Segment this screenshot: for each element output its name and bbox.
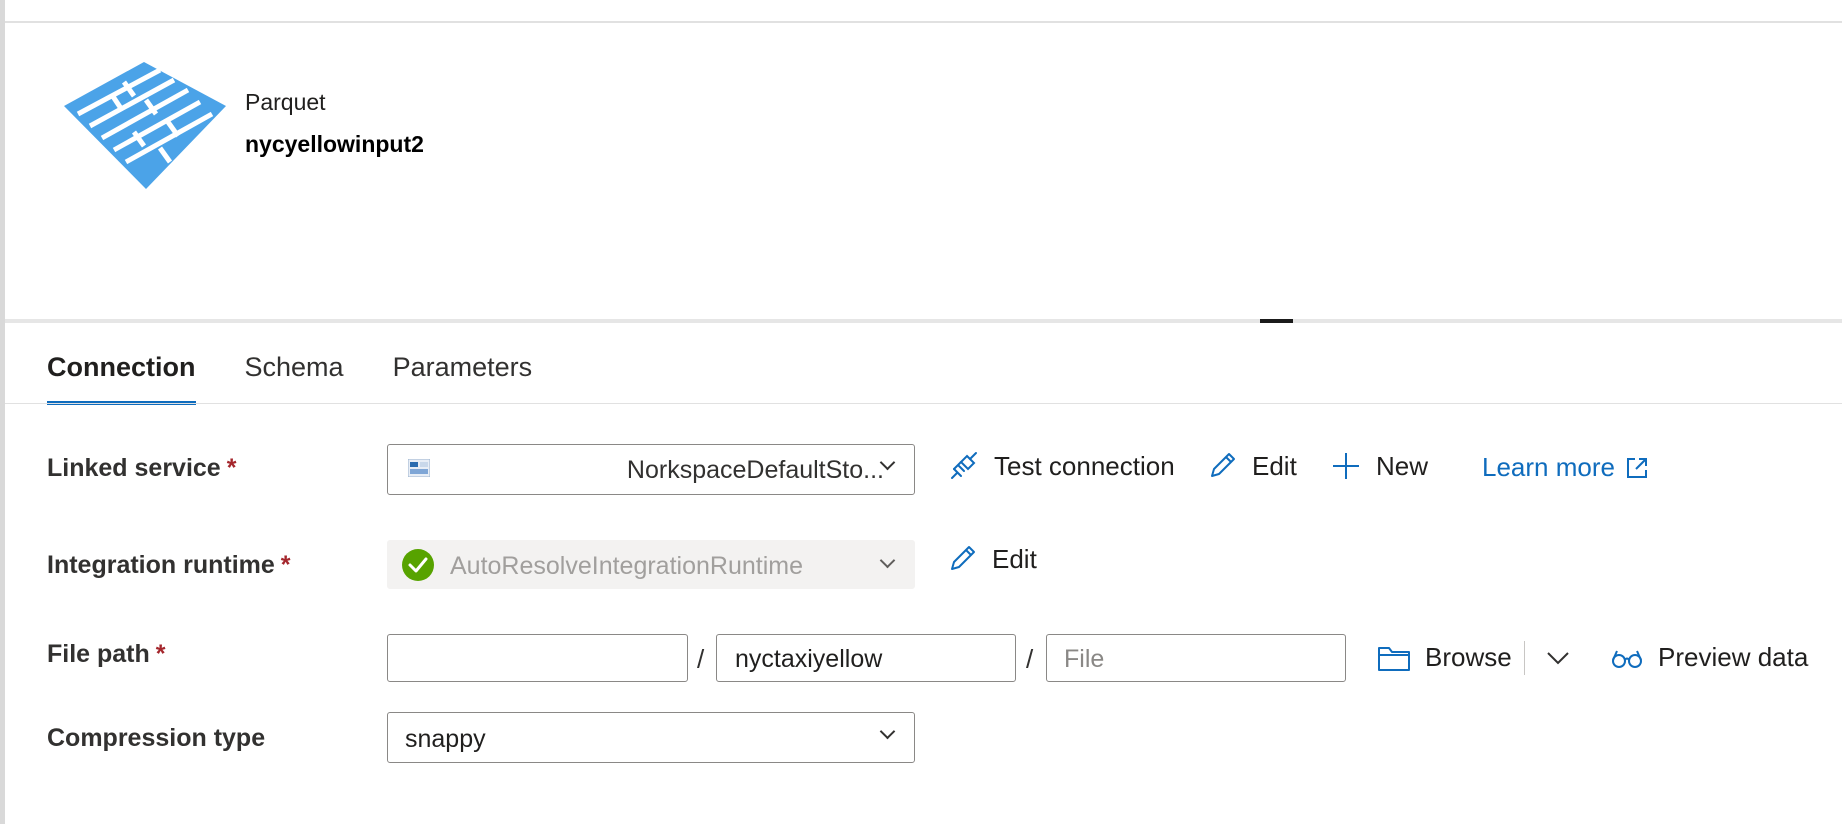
- tabs-divider: [5, 403, 1842, 404]
- chevron-down-icon: [879, 552, 896, 569]
- dataset-type: Parquet: [245, 89, 326, 115]
- browse-label: Browse: [1425, 642, 1512, 672]
- pencil-icon: [1211, 453, 1235, 477]
- file-path-label-text: File path: [47, 640, 150, 668]
- test-connection-label: Test connection: [994, 450, 1175, 481]
- learn-more-link[interactable]: Learn more: [1482, 452, 1663, 483]
- edit-linked-service-button[interactable]: Edit: [1206, 450, 1297, 482]
- left-border: [0, 0, 5, 824]
- integration-runtime-label: Integration runtime *: [47, 551, 291, 580]
- plug-icon: [951, 452, 977, 479]
- storage-icon: [408, 459, 430, 477]
- dataset-name: nycyellowinput2: [245, 131, 424, 157]
- compression-type-label: Compression type: [47, 724, 265, 753]
- edit-label: Edit: [1252, 450, 1297, 481]
- splitter-handle[interactable]: [1260, 319, 1293, 323]
- tab-parameters[interactable]: Parameters: [393, 352, 533, 404]
- panel-splitter[interactable]: [5, 319, 1842, 323]
- check-circle-icon: [402, 549, 434, 581]
- dataset-editor: Parquet nycyellowinput2 Connection Schem…: [0, 0, 1842, 824]
- test-connection-button[interactable]: Test connection: [948, 450, 1175, 482]
- required-marker: *: [280, 551, 291, 579]
- browse-dropdown-button[interactable]: [1544, 646, 1572, 670]
- pencil-icon: [951, 546, 975, 570]
- browse-button[interactable]: Browse: [1377, 642, 1512, 673]
- tab-bar: Connection Schema Parameters: [47, 352, 581, 405]
- path-separator: /: [697, 644, 705, 674]
- file-path-label: File path *: [47, 640, 166, 669]
- linked-service-select[interactable]: NorkspaceDefaultSto...: [387, 444, 915, 495]
- tab-schema[interactable]: Schema: [245, 352, 344, 404]
- glasses-icon: [1612, 650, 1642, 668]
- plus-icon: [1333, 453, 1359, 479]
- compression-type-label-text: Compression type: [47, 724, 266, 752]
- file-path-file-input[interactable]: File: [1046, 634, 1346, 682]
- top-divider: [5, 21, 1842, 23]
- chevron-down-icon: [1547, 652, 1569, 665]
- file-placeholder: File: [1064, 645, 1105, 673]
- external-link-icon: [1626, 457, 1647, 478]
- linked-service-label-text: Linked service: [47, 454, 221, 482]
- parquet-logo: [64, 62, 226, 189]
- folder-icon: [1378, 646, 1410, 671]
- compression-type-value: snappy: [405, 725, 486, 753]
- required-marker: *: [155, 640, 166, 668]
- required-marker: *: [226, 454, 237, 482]
- integration-runtime-label-text: Integration runtime: [47, 551, 275, 579]
- tab-connection[interactable]: Connection: [47, 352, 196, 405]
- linked-service-label: Linked service *: [47, 454, 236, 483]
- edit-integration-runtime-button[interactable]: Edit: [946, 543, 1037, 575]
- integration-runtime-value: AutoResolveIntegrationRuntime: [450, 552, 803, 580]
- preview-data-label: Preview data: [1658, 642, 1809, 672]
- path-separator: /: [1026, 644, 1034, 674]
- integration-runtime-select[interactable]: AutoResolveIntegrationRuntime: [387, 540, 915, 589]
- learn-more-label: Learn more: [1482, 452, 1615, 482]
- preview-data-button[interactable]: Preview data: [1610, 642, 1808, 673]
- runtime-edit-label: Edit: [992, 543, 1037, 574]
- file-path-container-input[interactable]: [387, 634, 688, 682]
- directory-value: nyctaxiyellow: [735, 645, 883, 673]
- new-label: New: [1376, 450, 1429, 481]
- split-divider: [1524, 641, 1525, 675]
- linked-service-value: NorkspaceDefaultSto...: [626, 456, 884, 484]
- file-path-directory-input[interactable]: nyctaxiyellow: [716, 634, 1016, 682]
- chevron-down-icon: [879, 723, 896, 740]
- compression-type-select[interactable]: snappy: [387, 712, 915, 763]
- new-linked-service-button[interactable]: New: [1330, 450, 1428, 482]
